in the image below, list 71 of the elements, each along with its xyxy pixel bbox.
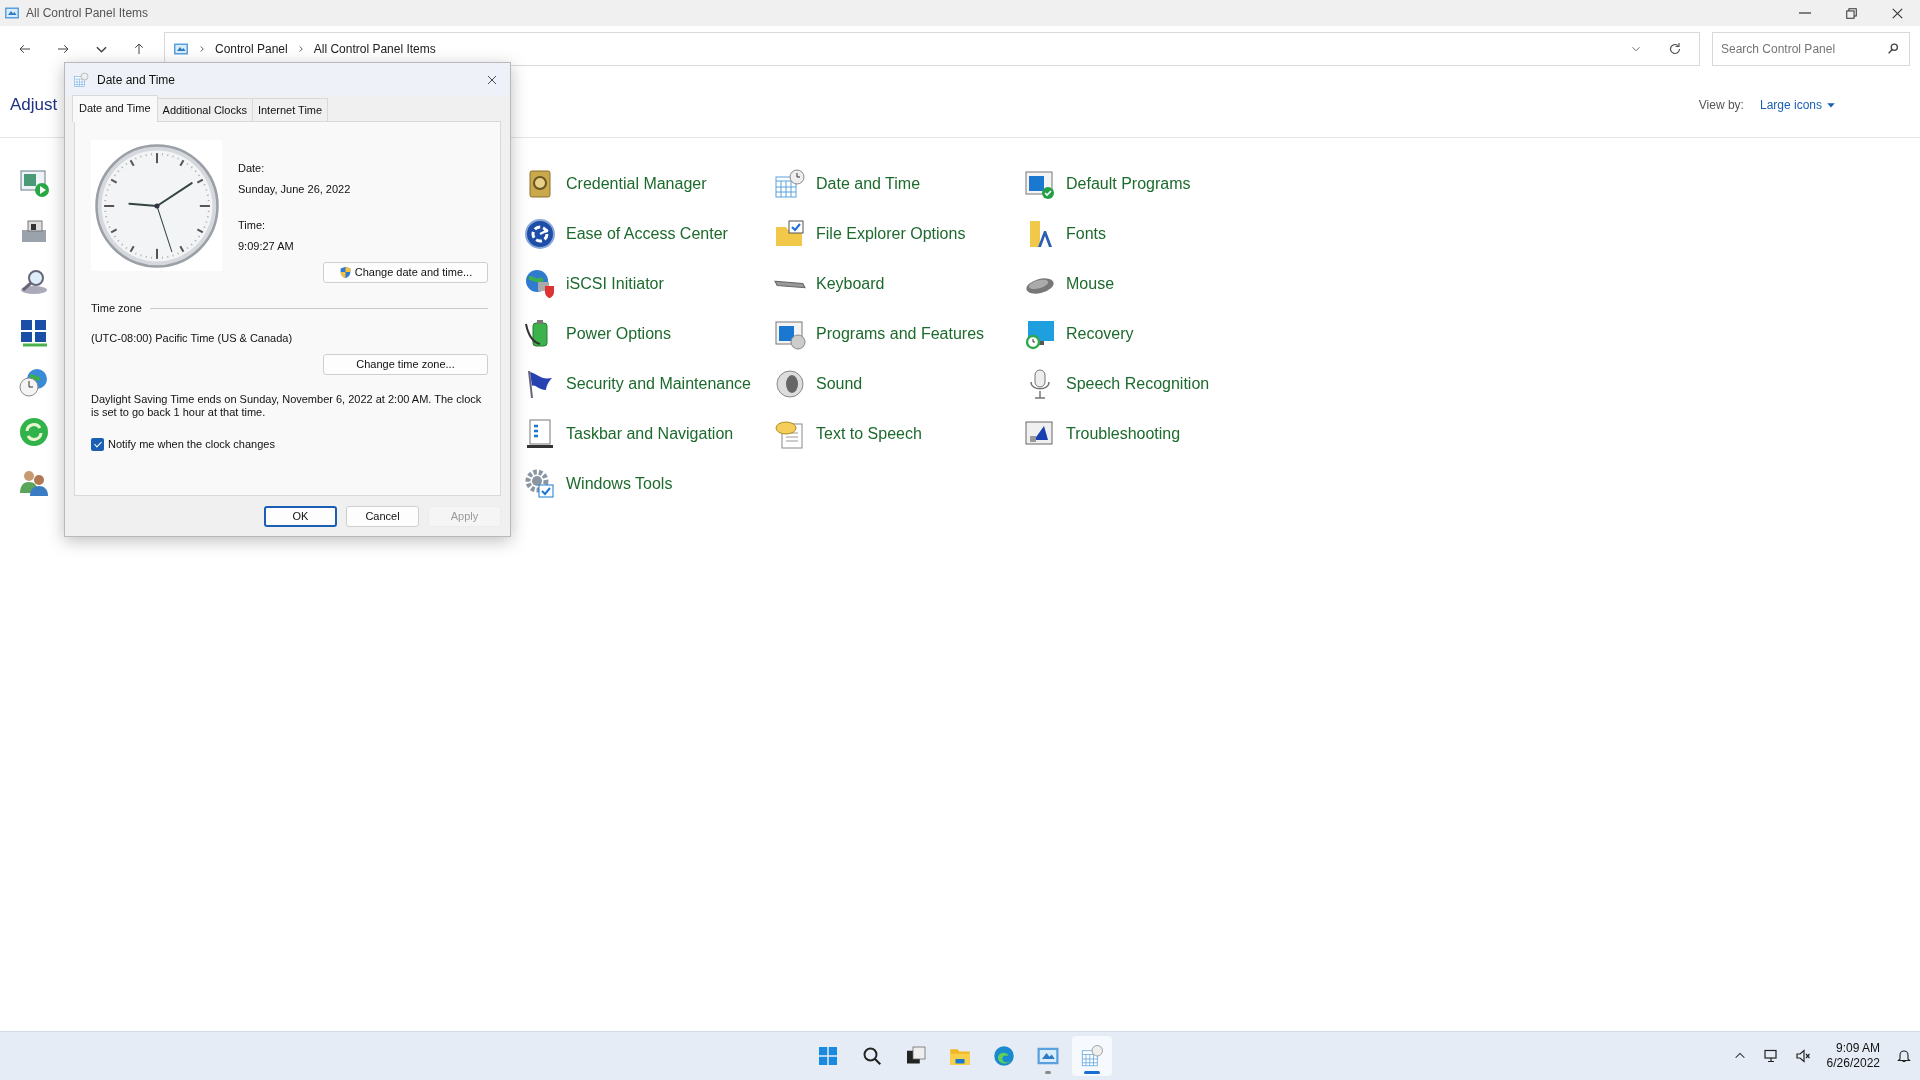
calendar-icon (774, 168, 806, 200)
section-label: Time zone (91, 301, 142, 316)
tab[interactable]: Internet Time (251, 97, 329, 121)
globe-clock-icon[interactable] (18, 366, 50, 398)
page-heading: Adjust (10, 93, 58, 116)
breadcrumb-item[interactable]: All Control Panel Items (313, 40, 436, 58)
time-label: Time: (238, 218, 267, 233)
date-value: Sunday, June 26, 2022 (238, 181, 352, 197)
settings-link[interactable]: Fonts (1024, 218, 1274, 250)
settings-link[interactable]: Troubleshooting (1024, 418, 1274, 450)
dialog-button[interactable]: OK (264, 505, 337, 527)
settings-link[interactable]: Ease of Access Center (524, 218, 774, 250)
search-icon (1886, 42, 1900, 56)
settings-link[interactable]: Security and Maintenance (524, 368, 774, 400)
settings-link[interactable]: Recovery (1024, 318, 1274, 350)
notification-icon[interactable] (1896, 1048, 1912, 1064)
browser-icon (992, 1044, 1016, 1068)
settings-link[interactable]: Date and Time (774, 168, 1024, 200)
settings-link[interactable]: Sound (774, 368, 1024, 400)
calendar-icon (1080, 1044, 1104, 1068)
settings-link[interactable]: Windows Tools (524, 468, 774, 500)
control-panel-icon (4, 5, 20, 21)
tab[interactable]: Date and Time (72, 94, 158, 122)
settings-link[interactable]: Speech Recognition (1024, 368, 1274, 400)
dialog-title: Date and Time (97, 71, 176, 89)
breadcrumb-item[interactable]: Control Panel (215, 40, 288, 58)
settings-link[interactable]: Text to Speech (774, 418, 1024, 450)
close-icon (1891, 7, 1903, 19)
speaker-icon (774, 368, 806, 400)
gear-icon (524, 468, 556, 500)
change-time-zone-button[interactable]: Change time zone... (323, 354, 488, 375)
monitor-restore-icon (1024, 318, 1056, 350)
shield-icon (338, 266, 352, 279)
dst-notice: Daylight Saving Time ends on Sunday, November 6, 2022 at 2:00 AM. The clock is set to go back 1 hour at that time. (91, 393, 483, 420)
window-check-icon (1024, 168, 1056, 200)
speech-bubble-icon (774, 418, 806, 450)
checkbox[interactable] (91, 438, 104, 452)
minimize-icon (1799, 12, 1811, 14)
dialog-button[interactable]: Cancel (346, 505, 419, 527)
settings-link[interactable]: Credential Manager (524, 168, 774, 200)
search-field[interactable]: Search Control Panel (1712, 32, 1910, 66)
change-date-time-button[interactable]: Change date and time... (323, 262, 488, 283)
settings-link[interactable]: Keyboard (774, 268, 1024, 300)
settings-link[interactable]: Taskbar and Navigation (524, 418, 774, 450)
sync-icon[interactable] (18, 416, 50, 448)
keyboard-icon (774, 279, 806, 289)
chevron-down-icon (95, 45, 107, 53)
settings-link[interactable]: Mouse (1024, 268, 1274, 300)
control-panel-icon (173, 41, 189, 57)
timezone-value: (UTC-08:00) Pacific Time (US & Canada) (91, 330, 294, 346)
speaker-muted-icon[interactable] (1794, 1048, 1811, 1064)
settings-link[interactable]: iSCSI Initiator (524, 268, 774, 300)
list-icon (524, 418, 556, 450)
view-by-label: View by: (1698, 96, 1744, 114)
settings-link[interactable]: Power Options (524, 318, 774, 350)
start-icon (816, 1044, 840, 1068)
globe-shield-icon (524, 268, 556, 300)
refresh-icon[interactable] (1667, 41, 1683, 57)
date-label: Date: (238, 161, 266, 176)
calendar-icon (73, 71, 89, 88)
settings-link[interactable]: Programs and Features (774, 318, 1024, 350)
settings-link[interactable]: File Explorer Options (774, 218, 1024, 250)
view-by-dropdown[interactable]: Large icons (1759, 95, 1836, 114)
restore-icon (1845, 7, 1857, 19)
checkbox-label: Notify me when the clock changes (108, 437, 275, 453)
time-value: 9:09:27 AM (238, 238, 295, 254)
taskbar-clock[interactable]: 9:09 AM 6/26/2022 (1826, 1041, 1880, 1071)
window-disc-icon (774, 318, 806, 350)
settings-link[interactable]: Default Programs (1024, 168, 1274, 200)
accessibility-icon (524, 218, 556, 250)
window-title: All Control Panel Items (26, 5, 149, 22)
